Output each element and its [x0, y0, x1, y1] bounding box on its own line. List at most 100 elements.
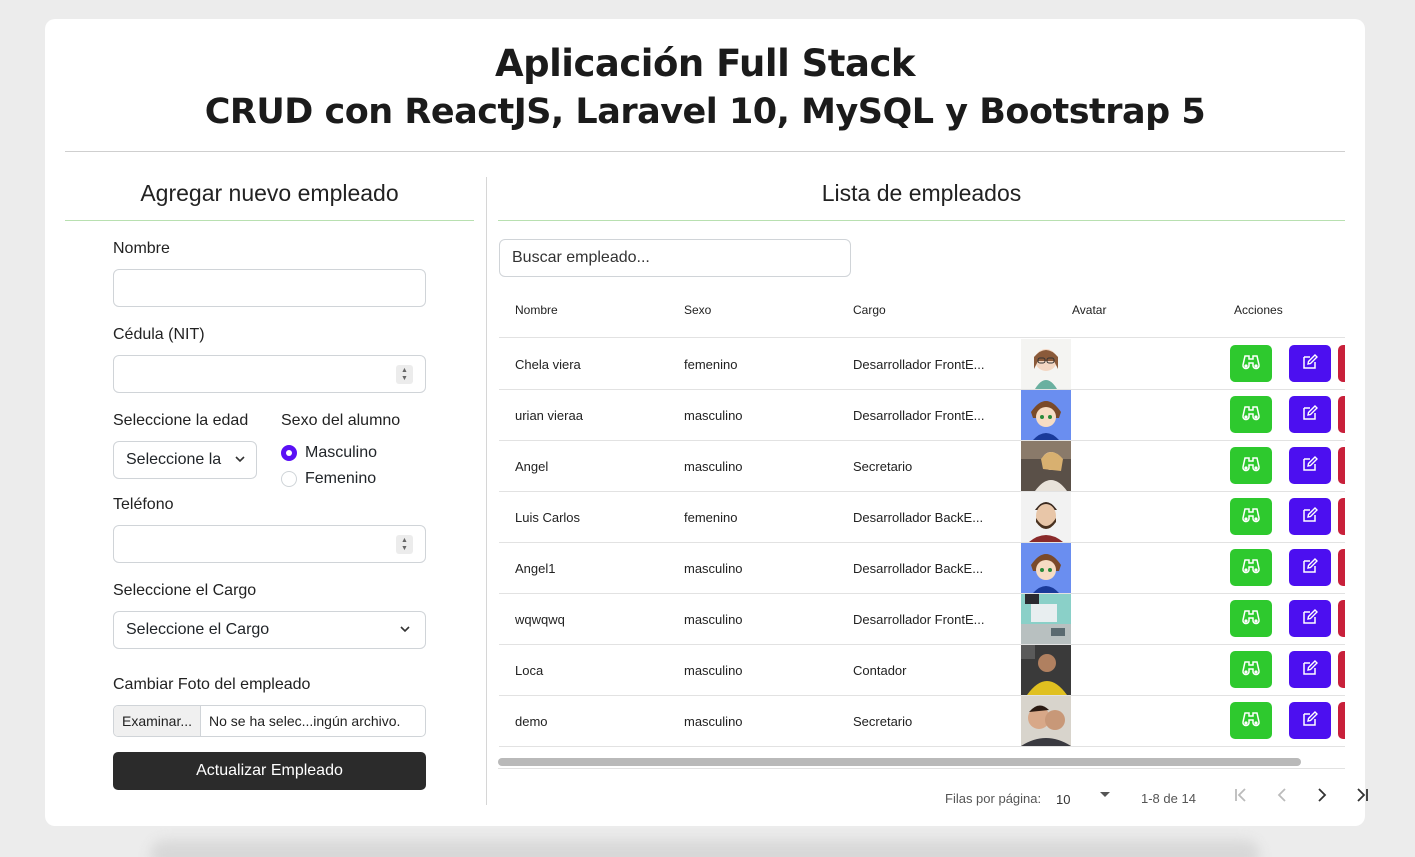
delete-employee-button[interactable] [1338, 651, 1345, 688]
employee-avatar [1021, 492, 1071, 542]
file-browse-button[interactable]: Examinar... [114, 706, 201, 736]
chevron-down-icon [399, 612, 411, 648]
edit-icon [1302, 507, 1318, 526]
col-cargo[interactable]: Cargo [853, 303, 886, 317]
employee-avatar [1021, 696, 1071, 746]
table-row: Loca masculino Contador [499, 645, 1345, 696]
edad-select-value: Seleccione la [126, 451, 222, 468]
edit-employee-button[interactable] [1289, 396, 1331, 433]
edit-icon [1302, 354, 1318, 373]
col-nombre[interactable]: Nombre [515, 303, 558, 317]
prev-page-icon[interactable] [1274, 786, 1290, 809]
cargo-select[interactable]: Seleccione el Cargo [113, 611, 426, 649]
binoculars-icon [1242, 660, 1260, 679]
edit-employee-button[interactable] [1289, 702, 1331, 739]
update-employee-button[interactable]: Actualizar Empleado [113, 752, 426, 790]
view-employee-button[interactable] [1230, 447, 1272, 484]
employee-avatar [1021, 441, 1071, 491]
view-employee-button[interactable] [1230, 651, 1272, 688]
cedula-input[interactable]: ▲ ▼ [113, 355, 426, 393]
employee-avatar [1021, 390, 1071, 440]
edit-employee-button[interactable] [1289, 447, 1331, 484]
view-employee-button[interactable] [1230, 702, 1272, 739]
sexo-option-femenino: Femenino [305, 470, 377, 487]
rows-per-page-select[interactable]: 10 [1056, 792, 1070, 807]
cell-cargo: Contador [853, 663, 907, 678]
stepper-up-icon: ▲ [401, 366, 408, 374]
edit-employee-button[interactable] [1289, 549, 1331, 586]
cell-cargo: Secretario [853, 714, 913, 729]
table-header: Nombre Sexo Cargo Avatar Acciones [499, 285, 1345, 338]
foto-file-input[interactable]: Examinar... No se ha selec...ingún archi… [113, 705, 426, 737]
view-employee-button[interactable] [1230, 396, 1272, 433]
edit-icon [1302, 609, 1318, 628]
file-name-text: No se ha selec...ingún archivo. [209, 713, 401, 729]
nombre-input[interactable] [113, 269, 426, 307]
delete-employee-button[interactable] [1338, 498, 1345, 535]
edad-label: Seleccione la edad [113, 412, 249, 429]
employee-avatar [1021, 645, 1071, 695]
col-acciones: Acciones [1234, 303, 1283, 317]
delete-employee-button[interactable] [1338, 549, 1345, 586]
employee-avatar [1021, 339, 1071, 389]
cedula-label: Cédula (NIT) [113, 326, 205, 343]
edit-employee-button[interactable] [1289, 498, 1331, 535]
edit-employee-button[interactable] [1289, 600, 1331, 637]
delete-employee-button[interactable] [1338, 600, 1345, 637]
cell-nombre: demo [515, 714, 548, 729]
cedula-stepper[interactable]: ▲ ▼ [396, 365, 413, 384]
cargo-label: Seleccione el Cargo [113, 582, 257, 599]
sexo-radio-masculino[interactable]: Masculino [281, 444, 377, 462]
binoculars-icon [1242, 507, 1260, 526]
table-row: urian vieraa masculino Desarrollador Front… [499, 390, 1345, 441]
app-card: Aplicación Full Stack CRUD con ReactJS, … [45, 19, 1368, 826]
sexo-radio-femenino[interactable]: Femenino [281, 470, 376, 488]
page-shadow [150, 840, 1260, 857]
cell-nombre: Angel [515, 459, 549, 474]
view-employee-button[interactable] [1230, 549, 1272, 586]
telefono-stepper[interactable]: ▲ ▼ [396, 535, 413, 554]
view-employee-button[interactable] [1230, 498, 1272, 535]
pagination-range: 1-8 de 14 [1141, 791, 1196, 806]
col-sexo[interactable]: Sexo [684, 303, 711, 317]
edit-icon [1302, 711, 1318, 730]
cell-sexo: masculino [684, 612, 743, 627]
edit-employee-button[interactable] [1289, 651, 1331, 688]
edit-icon [1302, 558, 1318, 577]
binoculars-icon [1242, 609, 1260, 628]
table-bottom-border [498, 768, 1345, 769]
view-employee-button[interactable] [1230, 345, 1272, 382]
sexo-option-masculino: Masculino [305, 444, 378, 461]
chevron-down-icon [234, 442, 246, 478]
cell-cargo: Desarrollador FrontE... [853, 357, 985, 372]
stepper-down-icon: ▼ [401, 544, 408, 552]
last-page-icon[interactable] [1354, 786, 1370, 809]
cell-sexo: masculino [684, 408, 743, 423]
col-avatar[interactable]: Avatar [1072, 303, 1106, 317]
foto-label: Cambiar Foto del empleado [113, 676, 311, 693]
edad-select[interactable]: Seleccione la [113, 441, 257, 479]
telefono-input[interactable]: ▲ ▼ [113, 525, 426, 563]
employee-form-panel: Agregar nuevo empleado Nombre Cédula (NI… [65, 177, 474, 807]
edit-icon [1302, 405, 1318, 424]
cell-nombre: Angel1 [515, 561, 556, 576]
next-page-icon[interactable] [1314, 786, 1330, 809]
list-section-title: Lista de empleados [498, 177, 1345, 221]
first-page-icon[interactable] [1233, 786, 1249, 809]
delete-employee-button[interactable] [1338, 447, 1345, 484]
cell-cargo: Secretario [853, 459, 913, 474]
view-employee-button[interactable] [1230, 600, 1272, 637]
delete-employee-button[interactable] [1338, 702, 1345, 739]
delete-employee-button[interactable] [1338, 345, 1345, 382]
horizontal-scrollbar[interactable] [498, 758, 1301, 766]
form-section-title: Agregar nuevo empleado [65, 177, 474, 221]
caret-down-icon[interactable] [1099, 789, 1111, 804]
cargo-select-value: Seleccione el Cargo [126, 621, 270, 638]
cell-cargo: Desarrollador FrontE... [853, 612, 985, 627]
edit-employee-button[interactable] [1289, 345, 1331, 382]
cell-sexo: masculino [684, 663, 743, 678]
search-input[interactable]: Buscar empleado... [499, 239, 851, 277]
delete-employee-button[interactable] [1338, 396, 1345, 433]
binoculars-icon [1242, 405, 1260, 424]
page-title: Aplicación Full Stack [494, 42, 916, 85]
